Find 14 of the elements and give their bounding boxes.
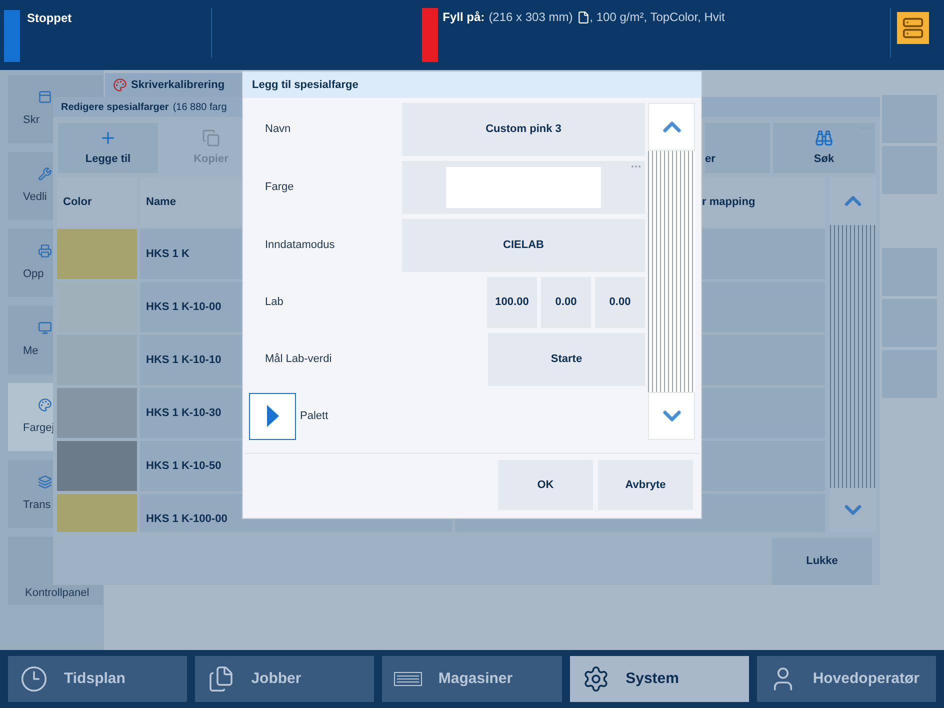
media-size: (216 x 303 mm) xyxy=(488,9,573,26)
fill-label: Fyll på: xyxy=(442,9,485,26)
field-label: Farge xyxy=(265,180,294,196)
color-count: (16 880 farg xyxy=(172,100,227,114)
printer-status: Stoppet xyxy=(27,10,72,27)
media-details: , 100 g/m², TopColor, Hvit xyxy=(590,9,725,26)
field-label: Palett xyxy=(300,408,328,424)
dialog-title: Legg til spesialfarge xyxy=(252,78,358,93)
field-label: Navn xyxy=(265,122,291,138)
field-label: Mål Lab-verdi xyxy=(265,352,332,368)
field-label: Lab xyxy=(265,295,284,310)
field-label: Inndatamodus xyxy=(265,238,335,254)
panel-title: Redigere spesialfarger xyxy=(61,100,169,114)
column-header: Color xyxy=(57,177,137,227)
